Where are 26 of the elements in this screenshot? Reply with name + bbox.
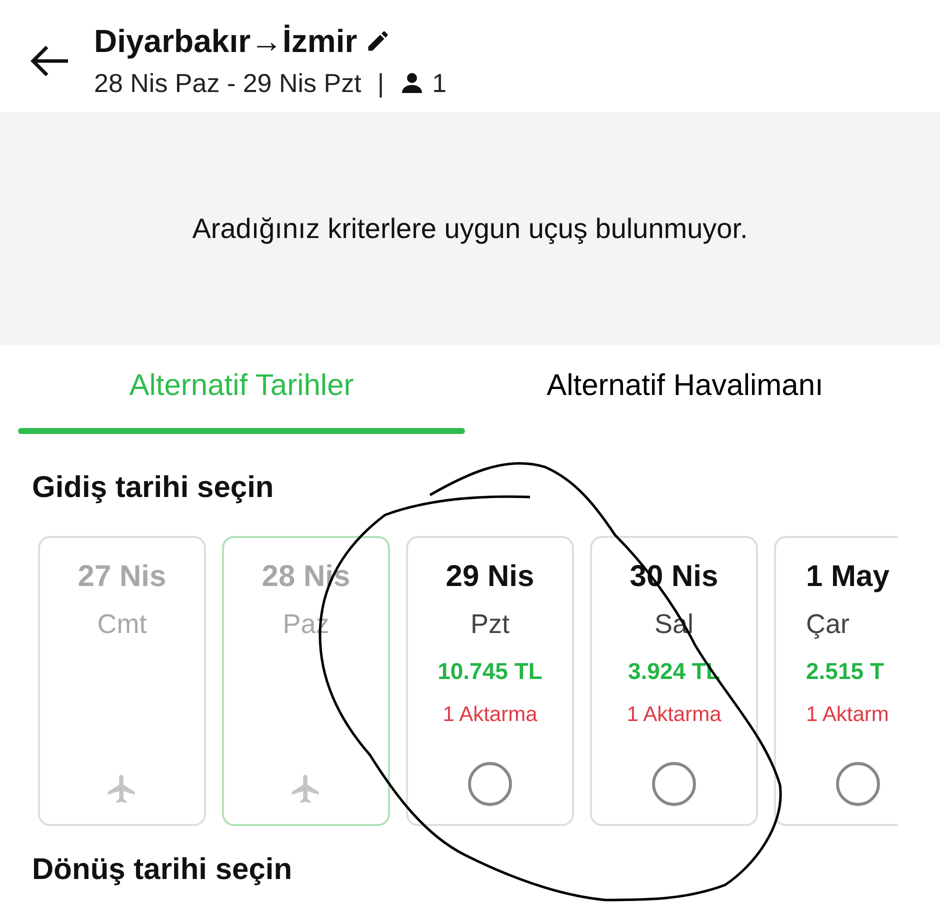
card-transfers: 1 Aktarma bbox=[442, 702, 538, 728]
card-price: 10.745 TL bbox=[436, 657, 544, 686]
card-date: 27 Nis bbox=[76, 559, 168, 595]
radio-button[interactable] bbox=[468, 762, 512, 806]
date-card[interactable]: 29 Nis Pzt 10.745 TL 1 Aktarma bbox=[406, 536, 574, 826]
section-heading: Gidiş tarihi seçin bbox=[32, 470, 275, 506]
passenger-count: 1 bbox=[432, 67, 447, 100]
radio-button[interactable] bbox=[652, 762, 696, 806]
section-heading: Dönüş tarihi seçin bbox=[32, 852, 294, 888]
radio-button[interactable] bbox=[836, 762, 880, 806]
person-icon bbox=[400, 71, 424, 95]
card-day: Cmt bbox=[40, 604, 204, 644]
card-date: 29 Nis bbox=[444, 559, 536, 595]
card-price: 2.515 T bbox=[806, 657, 885, 686]
card-transfers: 1 Aktarma bbox=[626, 702, 722, 728]
back-arrow-icon[interactable] bbox=[30, 44, 70, 78]
card-day: Pzt bbox=[408, 604, 572, 644]
date-card[interactable]: 1 May Çar 2.515 T 1 Aktarm bbox=[774, 536, 898, 826]
tab[interactable]: Alternatif Havalimanı bbox=[465, 345, 905, 432]
card-transfers: 1 Aktarm bbox=[806, 702, 890, 728]
card-day: Çar bbox=[806, 604, 898, 644]
card-date: 1 May bbox=[806, 559, 890, 595]
separator-text: | bbox=[377, 67, 384, 100]
no-flights-message: Aradığınız kriterlere uygun uçuş bulunmuyor. bbox=[191, 212, 749, 246]
route-title: Diyarbakır→İzmir bbox=[94, 22, 358, 61]
trip-dates: 28 Nis Paz - 29 Nis Pzt bbox=[94, 67, 362, 100]
